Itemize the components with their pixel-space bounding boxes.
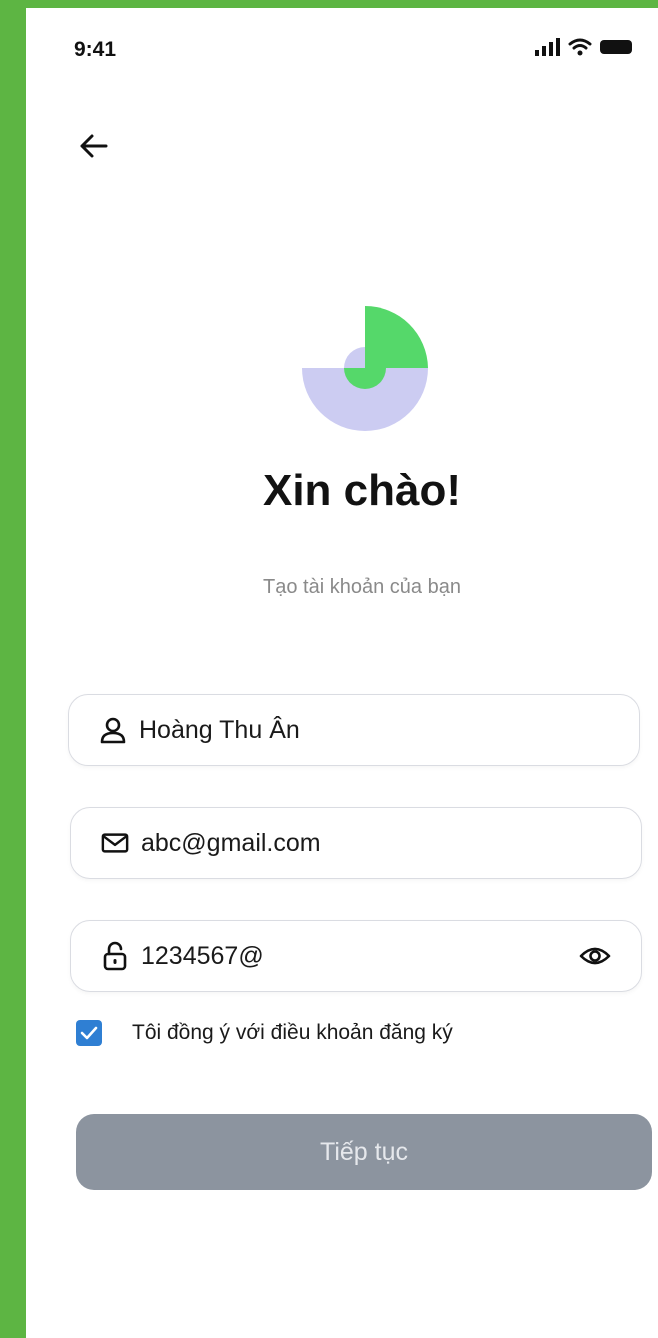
name-value: Hoàng Thu Ân	[139, 715, 300, 744]
app-logo	[302, 306, 428, 431]
email-value: abc@gmail.com	[141, 828, 321, 857]
phone-screen: 9:41 Xin chào! Tạo tài khoản của bạn Hoà…	[26, 8, 658, 1338]
back-button[interactable]	[76, 128, 124, 168]
status-icons	[534, 38, 634, 56]
terms-agreement: Tôi đồng ý với điều khoản đăng ký	[76, 1020, 453, 1046]
signal-icon	[535, 38, 560, 56]
mail-icon	[101, 829, 129, 857]
terms-label: Tôi đồng ý với điều khoản đăng ký	[132, 1021, 453, 1044]
name-field[interactable]: Hoàng Thu Ân	[68, 694, 640, 766]
continue-button[interactable]: Tiếp tục	[76, 1114, 652, 1190]
wifi-icon	[568, 38, 592, 56]
arrow-left-icon	[80, 134, 108, 158]
terms-checkbox[interactable]	[76, 1020, 102, 1046]
battery-icon	[600, 40, 632, 54]
password-value: 1234567@	[141, 941, 264, 970]
email-field[interactable]: abc@gmail.com	[70, 807, 642, 879]
user-icon	[99, 716, 127, 744]
lock-icon	[101, 941, 129, 971]
eye-icon[interactable]	[577, 942, 613, 970]
check-icon	[80, 1026, 98, 1040]
page-title: Xin chào!	[262, 466, 462, 515]
password-field[interactable]: 1234567@	[70, 920, 642, 992]
page-subtitle: Tạo tài khoản của bạn	[263, 576, 461, 598]
status-time: 9:41	[74, 38, 117, 61]
